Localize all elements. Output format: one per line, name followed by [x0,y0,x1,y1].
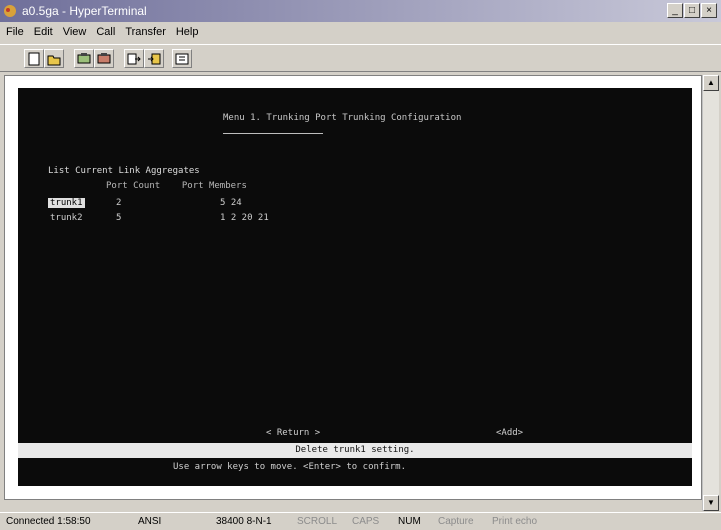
terminal-screen[interactable]: Menu 1. Trunking Port Trunking Configura… [18,88,692,486]
print-echo-indicator: Print echo [492,516,538,527]
connect-button[interactable] [74,49,94,68]
receive-button[interactable] [144,49,164,68]
vertical-scrollbar[interactable]: ▲ ▼ [702,75,719,511]
trunk-port-members: 1 2 20 21 [220,213,269,223]
open-button[interactable] [44,49,64,68]
scroll-down-icon[interactable]: ▼ [703,495,719,511]
add-action[interactable]: <Add> [496,428,523,438]
scroll-indicator: SCROLL [297,516,338,527]
close-button[interactable]: × [701,3,717,18]
column-port-members: Port Members [181,181,247,191]
properties-button[interactable] [172,49,192,68]
return-action[interactable]: < Return > [266,428,320,438]
menu-edit[interactable]: Edit [34,23,53,41]
title-bar: a0.5ga - HyperTerminal _ □ × [0,0,721,22]
menu-call[interactable]: Call [96,23,115,41]
scroll-up-icon[interactable]: ▲ [703,75,719,91]
send-button[interactable] [124,49,144,68]
menu-help[interactable]: Help [176,23,199,41]
minimize-button[interactable]: _ [667,3,683,18]
column-headers: Port Count Port Members [106,181,247,191]
window-title: a0.5ga - HyperTerminal [22,4,147,18]
section-heading: List Current Link Aggregates [48,166,200,176]
trunk-port-count: 2 [116,198,122,208]
trunk-port-members: 5 24 [220,198,242,208]
hyperterminal-icon [4,5,16,17]
menu-view[interactable]: View [63,23,87,41]
new-connection-button[interactable] [24,49,44,68]
trunk-name: trunk1 [48,198,85,208]
capture-indicator: Capture [438,516,474,527]
help-text: Use arrow keys to move. <Enter> to confi… [173,462,406,472]
menu-title: Menu 1. Trunking Port Trunking Configura… [223,113,462,123]
status-bar: Connected 1:58:50 ANSI 38400 8-N-1 SCROL… [0,512,721,530]
properties-icon [175,53,189,65]
receive-file-icon [148,53,161,65]
port-settings: 38400 8-N-1 [216,516,272,527]
disconnect-button[interactable] [94,49,114,68]
send-file-icon [127,53,141,65]
status-message: Delete trunk1 setting. [18,443,692,458]
menu-file[interactable]: File [6,23,24,41]
maximize-button[interactable]: □ [684,3,700,18]
trunk-port-count: 5 [116,213,122,223]
num-indicator: NUM [398,516,421,527]
connect-phone-icon [77,53,91,64]
disconnect-phone-icon [97,53,111,64]
new-document-icon [28,52,40,66]
trunk-row[interactable]: trunk1 2 5 24 [48,198,242,209]
menu-transfer[interactable]: Transfer [125,23,166,41]
menu-bar: File Edit View Call Transfer Help [0,23,721,41]
column-port-count: Port Count [106,181,161,191]
connection-time: Connected 1:58:50 [6,516,91,527]
toolbar [0,44,721,72]
open-folder-icon [47,55,61,66]
trunk-name: trunk2 [50,213,83,223]
trunk-row[interactable]: trunk2 5 1 2 20 21 [48,213,269,224]
caps-indicator: CAPS [352,516,380,527]
emulation-type: ANSI [138,516,162,527]
title-underline [223,133,323,134]
window-controls: _ □ × [667,3,717,18]
